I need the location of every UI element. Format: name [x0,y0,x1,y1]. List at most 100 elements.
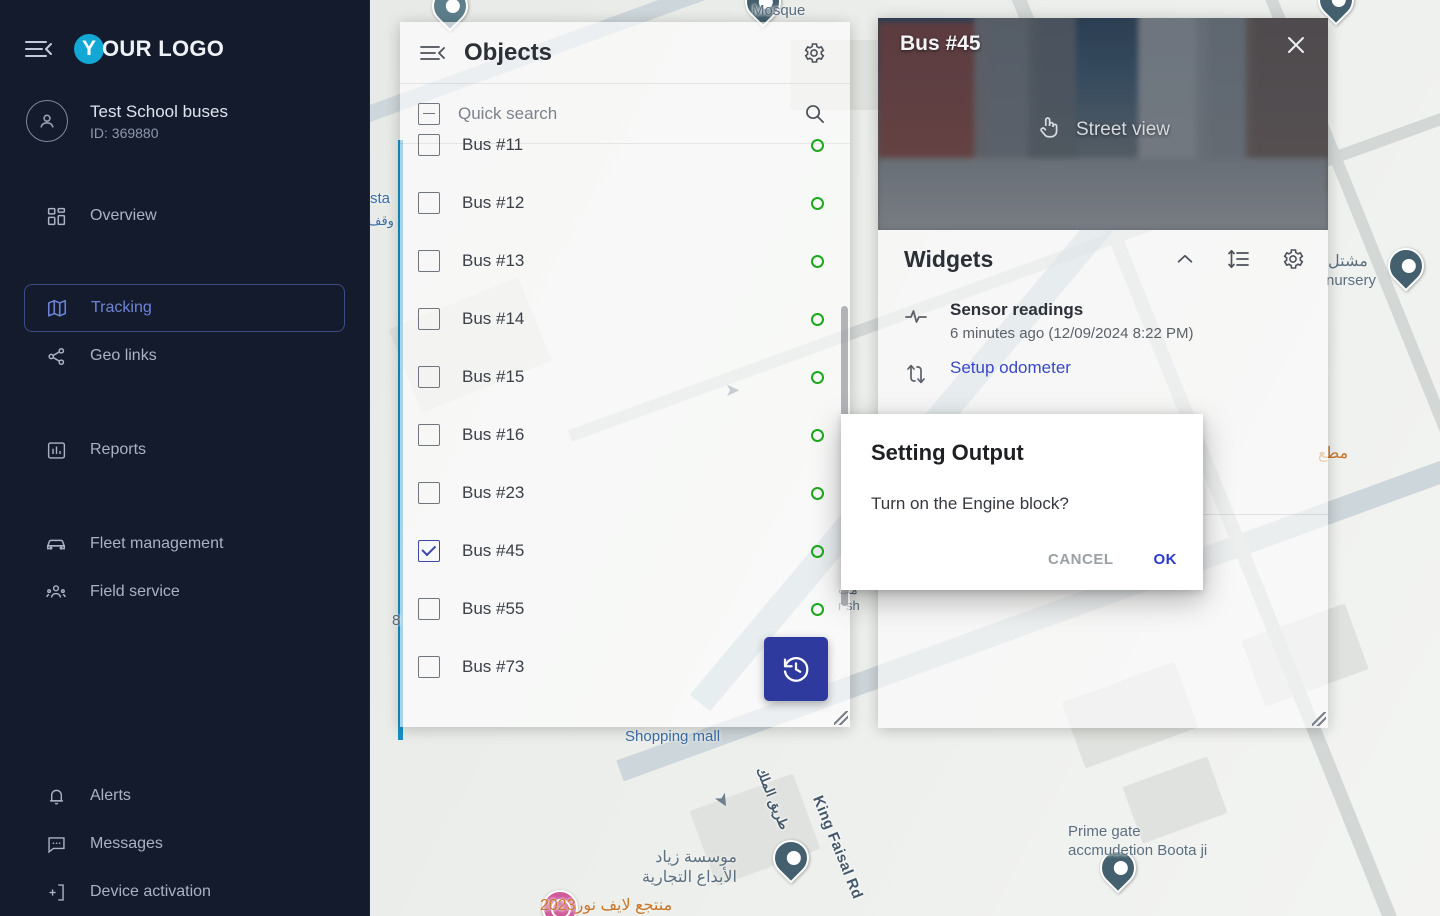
sidebar-item-device-activation[interactable]: Device activation [24,868,345,916]
objects-panel-resize-handle[interactable] [834,711,848,725]
street-view-cta[interactable]: Street view [878,114,1328,146]
sidebar-item-label: Alerts [90,787,131,804]
object-checkbox[interactable] [418,598,440,620]
sidebar: Y OUR LOGO Test School buses ID: 369880 [0,0,370,916]
map-label: منتجع لايف نور2023 [540,897,673,914]
street-view-label: Street view [1076,119,1170,140]
brand-initial: Y [74,34,104,64]
grid-icon [44,204,68,228]
widget-odometer[interactable]: Setup odometer [878,354,1328,390]
dialog-title: Setting Output [871,440,1024,465]
object-row[interactable]: Bus #12 [400,174,850,232]
user-name: Test School buses [90,101,228,121]
sidebar-item-alerts[interactable]: Alerts [24,772,345,820]
widget-timestamp: 6 minutes ago (12/09/2024 8:22 PM) [950,325,1194,342]
status-indicator [811,602,824,616]
gear-icon[interactable] [800,39,828,67]
object-checkbox[interactable] [418,134,440,156]
people-icon [44,580,68,604]
sidebar-item-label: Fleet management [90,535,224,552]
objects-list[interactable]: Bus #11 Bus #12 Bus #13 Bus #14 Bus #15 Bus #… [400,116,850,727]
sidebar-item-field-service[interactable]: Field service [24,568,345,616]
status-indicator [811,312,824,326]
sidebar-item-messages[interactable]: Messages [24,820,345,868]
ok-button[interactable]: OK [1150,545,1182,574]
object-row[interactable]: Bus #23 [400,464,850,522]
objects-panel-title: Objects [464,38,553,66]
map-icon [45,296,69,320]
user-profile[interactable]: Test School buses ID: 369880 [0,64,369,142]
object-row[interactable]: Bus #13 [400,232,850,290]
map-label: Mosque [752,2,806,19]
detail-panel-resize-handle[interactable] [1312,712,1326,726]
status-indicator [811,544,824,558]
chat-icon [44,832,68,856]
object-row[interactable]: Bus #45 [400,522,850,580]
history-button[interactable] [764,637,828,701]
object-row[interactable]: Bus #15 [400,348,850,406]
bar-chart-icon [44,438,68,462]
sidebar-item-label: Field service [90,583,180,600]
object-checkbox[interactable] [418,250,440,272]
object-checkbox[interactable] [418,656,440,678]
map-label: وقف [370,213,394,228]
brand-logo: Y OUR LOGO [74,34,224,64]
sidebar-item-label: Device activation [90,883,211,900]
user-info: Test School buses ID: 369880 [90,102,228,141]
object-checkbox[interactable] [418,192,440,214]
widgets-title: Widgets [904,245,994,272]
sidebar-item-label: Overview [90,207,157,224]
bell-icon [44,784,68,808]
person-icon [26,100,68,142]
object-name: Bus #11 [462,135,524,154]
widget-content: Sensor readings 6 minutes ago (12/09/202… [950,300,1306,342]
object-checkbox[interactable] [418,308,440,330]
sort-list-icon[interactable] [1226,246,1252,272]
object-checkbox[interactable] [418,366,440,388]
collapse-left-icon[interactable] [418,39,446,67]
object-checkbox[interactable] [418,482,440,504]
status-indicator [811,254,824,268]
dialog-message: Turn on the Engine block? [871,494,1069,513]
object-row[interactable]: Bus #11 [400,116,850,174]
street-view-preview[interactable]: Bus #45 Street view [878,18,1328,230]
object-title: Bus #45 [900,32,981,55]
sidebar-item-overview[interactable]: Overview [24,192,345,240]
cancel-button[interactable]: CANCEL [1044,545,1118,574]
close-icon[interactable] [1282,31,1310,59]
dialog-actions: CANCEL OK [1044,545,1181,574]
sidebar-item-reports[interactable]: Reports [24,426,345,474]
object-name: Bus #45 [462,541,525,560]
sidebar-item-label: Geo links [90,347,157,364]
map-label: sta [370,190,391,207]
sidebar-item-fleet-management[interactable]: Fleet management [24,520,345,568]
sidebar-item-geo-links[interactable]: Geo links [24,332,345,380]
car-icon [44,532,68,556]
object-name: Bus #73 [462,657,525,676]
map-label: nursery [1326,272,1377,289]
sidebar-footer-nav: Alerts Messages Device activation [0,772,369,916]
sidebar-item-tracking[interactable]: Tracking [24,284,345,332]
chevron-up-icon[interactable] [1172,246,1198,272]
status-indicator [811,138,824,152]
widget-sensor-readings[interactable]: Sensor readings 6 minutes ago (12/09/202… [878,288,1328,354]
hamburger-collapse-icon[interactable] [24,38,52,60]
gear-icon[interactable] [1280,246,1306,272]
map-pin-nursery[interactable] [1380,240,1432,292]
object-row[interactable]: Bus #16 [400,406,850,464]
object-checkbox[interactable] [418,540,440,562]
map-pin[interactable] [765,832,817,884]
status-indicator [811,428,824,442]
map-label: مشتل [1328,253,1368,270]
setup-odometer-link[interactable]: Setup odometer [950,358,1306,378]
object-checkbox[interactable] [418,424,440,446]
share-icon [44,344,68,368]
sidebar-item-label: Reports [90,441,147,458]
status-indicator [811,196,824,210]
object-row[interactable]: Bus #14 [400,290,850,348]
object-name: Bus #15 [462,367,525,386]
object-name: Bus #16 [462,425,525,444]
object-row[interactable]: Bus #55 [400,580,850,638]
setting-output-dialog: Setting Output Turn on the Engine block?… [841,414,1203,590]
